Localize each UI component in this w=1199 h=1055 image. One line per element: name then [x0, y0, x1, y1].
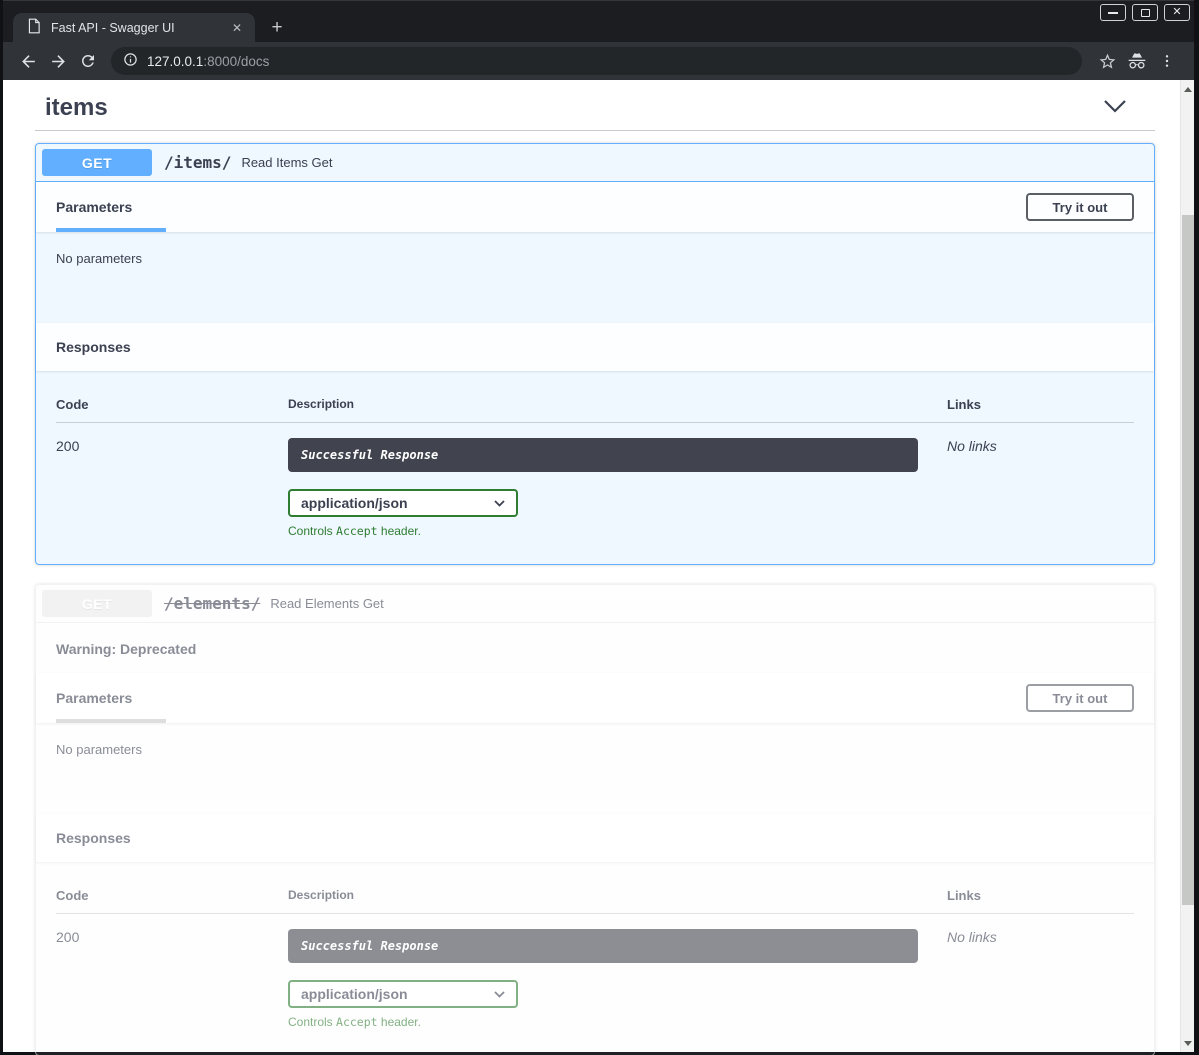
accept-header-note: Controls Accept header. — [288, 1015, 947, 1029]
responses-table-header: Code Description Links — [56, 876, 1134, 914]
responses-table: Code Description Links 200 Successful Re… — [36, 371, 1154, 564]
accept-note-code: Accept — [336, 1015, 378, 1029]
responses-header: Responses — [36, 814, 1154, 862]
url-path: :8000/docs — [203, 54, 269, 69]
response-code: 200 — [56, 438, 288, 538]
links-column-header: Links — [947, 888, 1134, 903]
response-row: 200 Successful Response application/json… — [56, 914, 1134, 1029]
response-description-box: Successful Response — [288, 929, 918, 963]
description-column-header: Description — [288, 888, 947, 903]
page-content: items GET /items/ Read Items Get Paramet… — [3, 80, 1194, 1052]
operation-description: Read Items Get — [241, 155, 332, 170]
url-host: 127.0.0.1 — [147, 54, 203, 69]
response-links: No links — [947, 438, 1134, 538]
no-parameters-text: No parameters — [36, 232, 1154, 323]
media-type-value: application/json — [301, 495, 408, 511]
active-tab-underline — [56, 719, 166, 723]
page-favicon-icon — [27, 18, 41, 39]
new-tab-button[interactable]: + — [265, 17, 289, 41]
operation-summary[interactable]: GET /items/ Read Items Get — [36, 144, 1154, 182]
close-icon: ✕ — [1172, 7, 1181, 18]
collapse-chevron-icon[interactable] — [1103, 99, 1127, 118]
no-parameters-text: No parameters — [36, 723, 1154, 814]
active-tab-underline — [56, 228, 166, 232]
responses-header: Responses — [36, 323, 1154, 371]
operation-get-items: GET /items/ Read Items Get Parameters Tr… — [35, 143, 1155, 565]
forward-button[interactable] — [43, 46, 73, 76]
reload-button[interactable] — [73, 46, 103, 76]
tag-section-header[interactable]: items — [35, 86, 1155, 130]
scroll-up-icon — [1184, 87, 1192, 92]
response-code: 200 — [56, 929, 288, 1029]
scroll-down-icon — [1184, 1041, 1192, 1046]
minimize-button[interactable] — [1100, 4, 1126, 21]
method-badge: GET — [42, 149, 152, 176]
description-column-header: Description — [288, 397, 947, 412]
chevron-down-icon — [494, 991, 505, 998]
response-description-box: Successful Response — [288, 438, 918, 472]
browser-menu-button[interactable] — [1152, 46, 1182, 76]
tag-divider — [35, 130, 1155, 131]
site-info-icon[interactable] — [123, 52, 138, 70]
scroll-up-button[interactable] — [1181, 82, 1195, 96]
address-bar[interactable]: 127.0.0.1:8000/docs — [111, 47, 1082, 75]
maximize-button[interactable] — [1132, 4, 1158, 21]
page-scrollbar[interactable] — [1180, 80, 1194, 1052]
responses-table: Code Description Links 200 Successful Re… — [36, 862, 1154, 1055]
responses-title: Responses — [56, 830, 131, 846]
window-controls: ✕ — [1100, 4, 1190, 21]
minimize-icon — [1108, 12, 1118, 14]
browser-window: Fast API - Swagger UI ✕ + ✕ 127 — [0, 0, 1199, 1055]
accept-note-suffix: header. — [378, 1015, 421, 1029]
tab-close-icon[interactable]: ✕ — [228, 19, 246, 37]
operation-description: Read Elements Get — [270, 596, 383, 611]
accept-note-prefix: Controls — [288, 524, 336, 538]
response-row: 200 Successful Response application/json… — [56, 423, 1134, 538]
tab-title: Fast API - Swagger UI — [51, 21, 218, 35]
parameters-title: Parameters — [56, 690, 132, 706]
back-button[interactable] — [13, 46, 43, 76]
parameters-header: Parameters Try it out — [36, 182, 1154, 232]
media-type-select[interactable]: application/json — [288, 980, 518, 1008]
operation-path: /items/ — [164, 153, 231, 172]
tab-bar: Fast API - Swagger UI ✕ + ✕ — [3, 0, 1194, 42]
bookmark-star-button[interactable] — [1092, 46, 1122, 76]
browser-toolbar: 127.0.0.1:8000/docs — [3, 42, 1194, 80]
operation-get-elements-deprecated: GET /elements/ Read Elements Get Warning… — [35, 584, 1155, 1055]
close-button[interactable]: ✕ — [1164, 4, 1190, 21]
media-type-value: application/json — [301, 986, 408, 1002]
accept-header-note: Controls Accept header. — [288, 524, 947, 538]
operation-summary[interactable]: GET /elements/ Read Elements Get — [36, 585, 1154, 623]
incognito-icon — [1122, 46, 1152, 76]
links-column-header: Links — [947, 397, 1134, 412]
scrollbar-thumb[interactable] — [1182, 215, 1194, 905]
browser-tab[interactable]: Fast API - Swagger UI ✕ — [13, 13, 255, 43]
tag-title: items — [45, 94, 108, 122]
maximize-icon — [1141, 9, 1150, 17]
url-text: 127.0.0.1:8000/docs — [147, 54, 269, 69]
try-it-out-button[interactable]: Try it out — [1026, 193, 1134, 221]
scroll-down-button[interactable] — [1181, 1036, 1195, 1050]
operation-path: /elements/ — [164, 594, 260, 613]
media-type-select[interactable]: application/json — [288, 489, 518, 517]
deprecated-warning: Warning: Deprecated — [36, 623, 1154, 673]
response-links: No links — [947, 929, 1134, 1029]
accept-note-prefix: Controls — [288, 1015, 336, 1029]
code-column-header: Code — [56, 397, 288, 412]
swagger-ui: items GET /items/ Read Items Get Paramet… — [3, 80, 1180, 1055]
parameters-header: Parameters Try it out — [36, 673, 1154, 723]
method-badge: GET — [42, 590, 152, 617]
code-column-header: Code — [56, 888, 288, 903]
responses-title: Responses — [56, 339, 131, 355]
accept-note-code: Accept — [336, 524, 378, 538]
parameters-title: Parameters — [56, 199, 132, 215]
accept-note-suffix: header. — [378, 524, 421, 538]
try-it-out-button[interactable]: Try it out — [1026, 684, 1134, 712]
responses-table-header: Code Description Links — [56, 385, 1134, 423]
chevron-down-icon — [494, 500, 505, 507]
